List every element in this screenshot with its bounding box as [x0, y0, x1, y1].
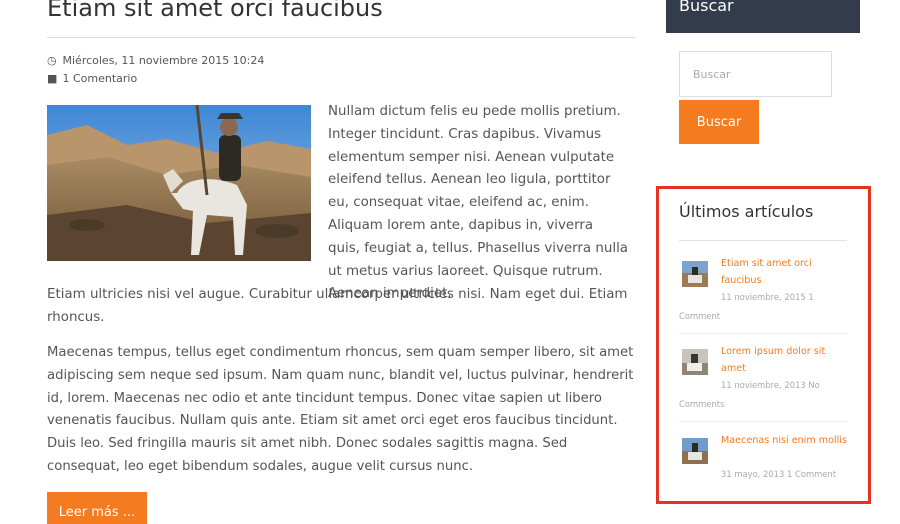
search-button[interactable]: Buscar — [679, 100, 759, 144]
post-link[interactable]: Lorem ipsum dolor sit amet — [721, 344, 847, 377]
post-thumbnail[interactable] — [682, 261, 708, 287]
article-paragraph-continued: Etiam ultricies nisi vel augue. Curabitu… — [47, 287, 628, 325]
post-thumbnail-image — [682, 261, 708, 287]
post-divider — [679, 333, 847, 334]
post-thumbnail-image — [682, 349, 708, 375]
post-meta: 11 noviembre, 2013 No Comments — [679, 380, 820, 409]
post-divider — [679, 421, 847, 422]
article-paragraph-wrap: Nullam dictum felis eu pede mollis preti… — [328, 104, 629, 302]
article-comments[interactable]: ■ 1 Comentario — [47, 72, 137, 85]
post-thumbnail-image — [682, 438, 708, 464]
article-paragraph-2: Maecenas tempus, tellus eget condimentum… — [47, 345, 634, 474]
post-link[interactable]: Maecenas nisi enim mollis — [721, 433, 847, 450]
article-date: ◷ Miércoles, 11 noviembre 2015 10:24 — [47, 54, 264, 67]
article-comments-text[interactable]: 1 Comentario — [63, 72, 138, 85]
latest-articles-divider — [679, 240, 847, 241]
comments-icon: ■ — [47, 72, 58, 85]
title-divider — [47, 37, 635, 38]
post-meta: 11 noviembre, 2015 1 Comment — [679, 292, 814, 321]
post-thumbnail[interactable] — [682, 438, 708, 464]
article-image[interactable] — [47, 105, 311, 261]
latest-articles-title: Últimos artículos — [679, 202, 814, 221]
post-meta: 31 mayo, 2013 1 Comment — [721, 469, 837, 479]
article-title[interactable]: Etiam sit amet orci faucibus — [47, 0, 383, 22]
search-input[interactable] — [679, 51, 832, 97]
post-link[interactable]: Etiam sit amet orci faucibus — [721, 256, 847, 289]
knight-on-horse-image — [47, 105, 311, 261]
read-more-button[interactable]: Leer más ... — [47, 492, 147, 524]
article-date-text: Miércoles, 11 noviembre 2015 10:24 — [62, 54, 265, 67]
search-widget-title: Buscar — [679, 0, 734, 15]
clock-icon: ◷ — [47, 54, 57, 67]
post-thumbnail[interactable] — [682, 349, 708, 375]
